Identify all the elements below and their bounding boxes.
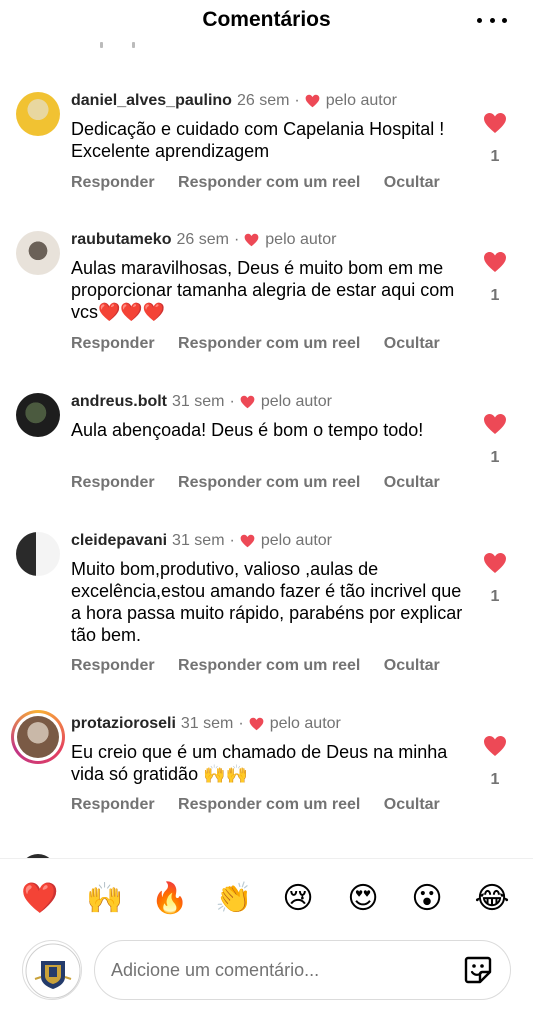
avatar[interactable] <box>16 532 60 576</box>
like-heart-icon[interactable] <box>483 552 507 574</box>
scrolled-content-edge <box>96 40 156 48</box>
emoji-fire[interactable]: 🔥 <box>150 881 190 916</box>
like-count: 1 <box>490 771 500 788</box>
comment-username[interactable]: protazioroseli <box>71 715 176 733</box>
avatar-with-story-ring[interactable] <box>11 710 65 764</box>
profile-avatar[interactable] <box>22 940 82 1000</box>
author-heart-icon <box>305 94 320 108</box>
comment-text: Dedicação e cuidado com Capelania Hospit… <box>71 119 445 161</box>
like-count: 1 <box>490 287 500 304</box>
comment-composer: Adicione um comentário... <box>0 936 533 1024</box>
hide-button[interactable]: Ocultar <box>384 335 440 352</box>
hide-button[interactable]: Ocultar <box>384 657 440 674</box>
comment-input-placeholder: Adicione um comentário... <box>111 960 320 980</box>
like-heart-icon[interactable] <box>483 251 507 273</box>
reply-reel-button[interactable]: Responder com um reel <box>178 174 360 191</box>
liked-by-author-label: pelo autor <box>265 231 337 248</box>
reply-button[interactable]: Responder <box>71 174 155 191</box>
more-options-icon[interactable] <box>477 8 507 32</box>
sticker-icon[interactable] <box>462 954 494 986</box>
liked-by-author-label: pelo autor <box>260 393 332 410</box>
hide-button[interactable]: Ocultar <box>384 474 440 491</box>
comment-input[interactable]: Adicione um comentário... <box>94 940 511 1000</box>
like-heart-icon[interactable] <box>483 735 507 757</box>
comment-username[interactable]: cleidepavani <box>71 532 167 550</box>
comment-time: 31 sem <box>172 532 225 549</box>
liked-by-author-label: pelo autor <box>260 532 333 549</box>
comment-time: 31 sem <box>172 393 225 410</box>
comment-text: Muito bom,produtivo, valioso ,aulas de e… <box>71 559 463 645</box>
emoji-heart-eyes[interactable]: 😍 <box>343 881 383 916</box>
avatar[interactable] <box>16 92 60 136</box>
reply-button[interactable]: Responder <box>71 657 155 674</box>
liked-by-author-label: pelo autor <box>269 715 341 732</box>
like-count: 1 <box>490 449 500 466</box>
comment-username[interactable]: daniel_alves_paulino <box>71 92 232 110</box>
hide-button[interactable]: Ocultar <box>384 796 440 813</box>
author-heart-icon <box>249 717 264 731</box>
avatar[interactable] <box>16 231 60 275</box>
emoji-raised-hands[interactable]: 🙌 <box>85 881 125 916</box>
comment-time: 26 sem <box>236 92 290 109</box>
emoji-surprised[interactable]: 😮 <box>407 881 447 916</box>
comment-username[interactable]: raubutameko <box>71 231 171 249</box>
like-heart-icon[interactable] <box>483 413 507 435</box>
comment-time: 26 sem <box>176 231 229 248</box>
comment-time: 31 sem <box>180 715 234 732</box>
emoji-clap[interactable]: 👏 <box>214 881 254 916</box>
avatar[interactable] <box>16 393 60 437</box>
comment-text: Aula abençoada! Deus é bom o tempo todo! <box>71 420 424 440</box>
reply-reel-button[interactable]: Responder com um reel <box>178 657 360 674</box>
emoji-heart[interactable]: ❤️ <box>20 881 60 916</box>
header: Comentários <box>0 0 533 52</box>
reply-reel-button[interactable]: Responder com um reel <box>178 796 360 813</box>
crest-icon <box>25 943 81 999</box>
comment-username[interactable]: andreus.bolt <box>71 393 167 411</box>
reply-button[interactable]: Responder <box>71 796 155 813</box>
reply-reel-button[interactable]: Responder com um reel <box>178 335 360 352</box>
author-heart-icon <box>240 395 255 409</box>
page-title: Comentários <box>202 8 331 31</box>
reply-reel-button[interactable]: Responder com um reel <box>178 474 360 491</box>
comment-text: Eu creio que é um chamado de Deus na min… <box>71 742 448 784</box>
liked-by-author-label: pelo autor <box>325 92 397 109</box>
emoji-laugh[interactable]: 😂 <box>472 881 512 916</box>
like-count: 1 <box>490 148 500 165</box>
comment-text: Aulas maravilhosas, Deus é muito bom em … <box>71 258 455 322</box>
author-heart-icon <box>240 534 255 548</box>
emoji-cry[interactable]: 😢 <box>278 881 318 916</box>
like-heart-icon[interactable] <box>483 112 507 134</box>
emoji-reaction-bar: ❤️ 🙌 🔥 👏 😢 😍 😮 😂 <box>0 858 533 940</box>
reply-button[interactable]: Responder <box>71 474 155 491</box>
reply-button[interactable]: Responder <box>71 335 155 352</box>
author-heart-icon <box>244 233 259 247</box>
hide-button[interactable]: Ocultar <box>384 174 440 191</box>
comment-list[interactable]: daniel_alves_paulino 26 sem · pelo autor… <box>0 52 533 858</box>
like-count: 1 <box>490 588 500 605</box>
